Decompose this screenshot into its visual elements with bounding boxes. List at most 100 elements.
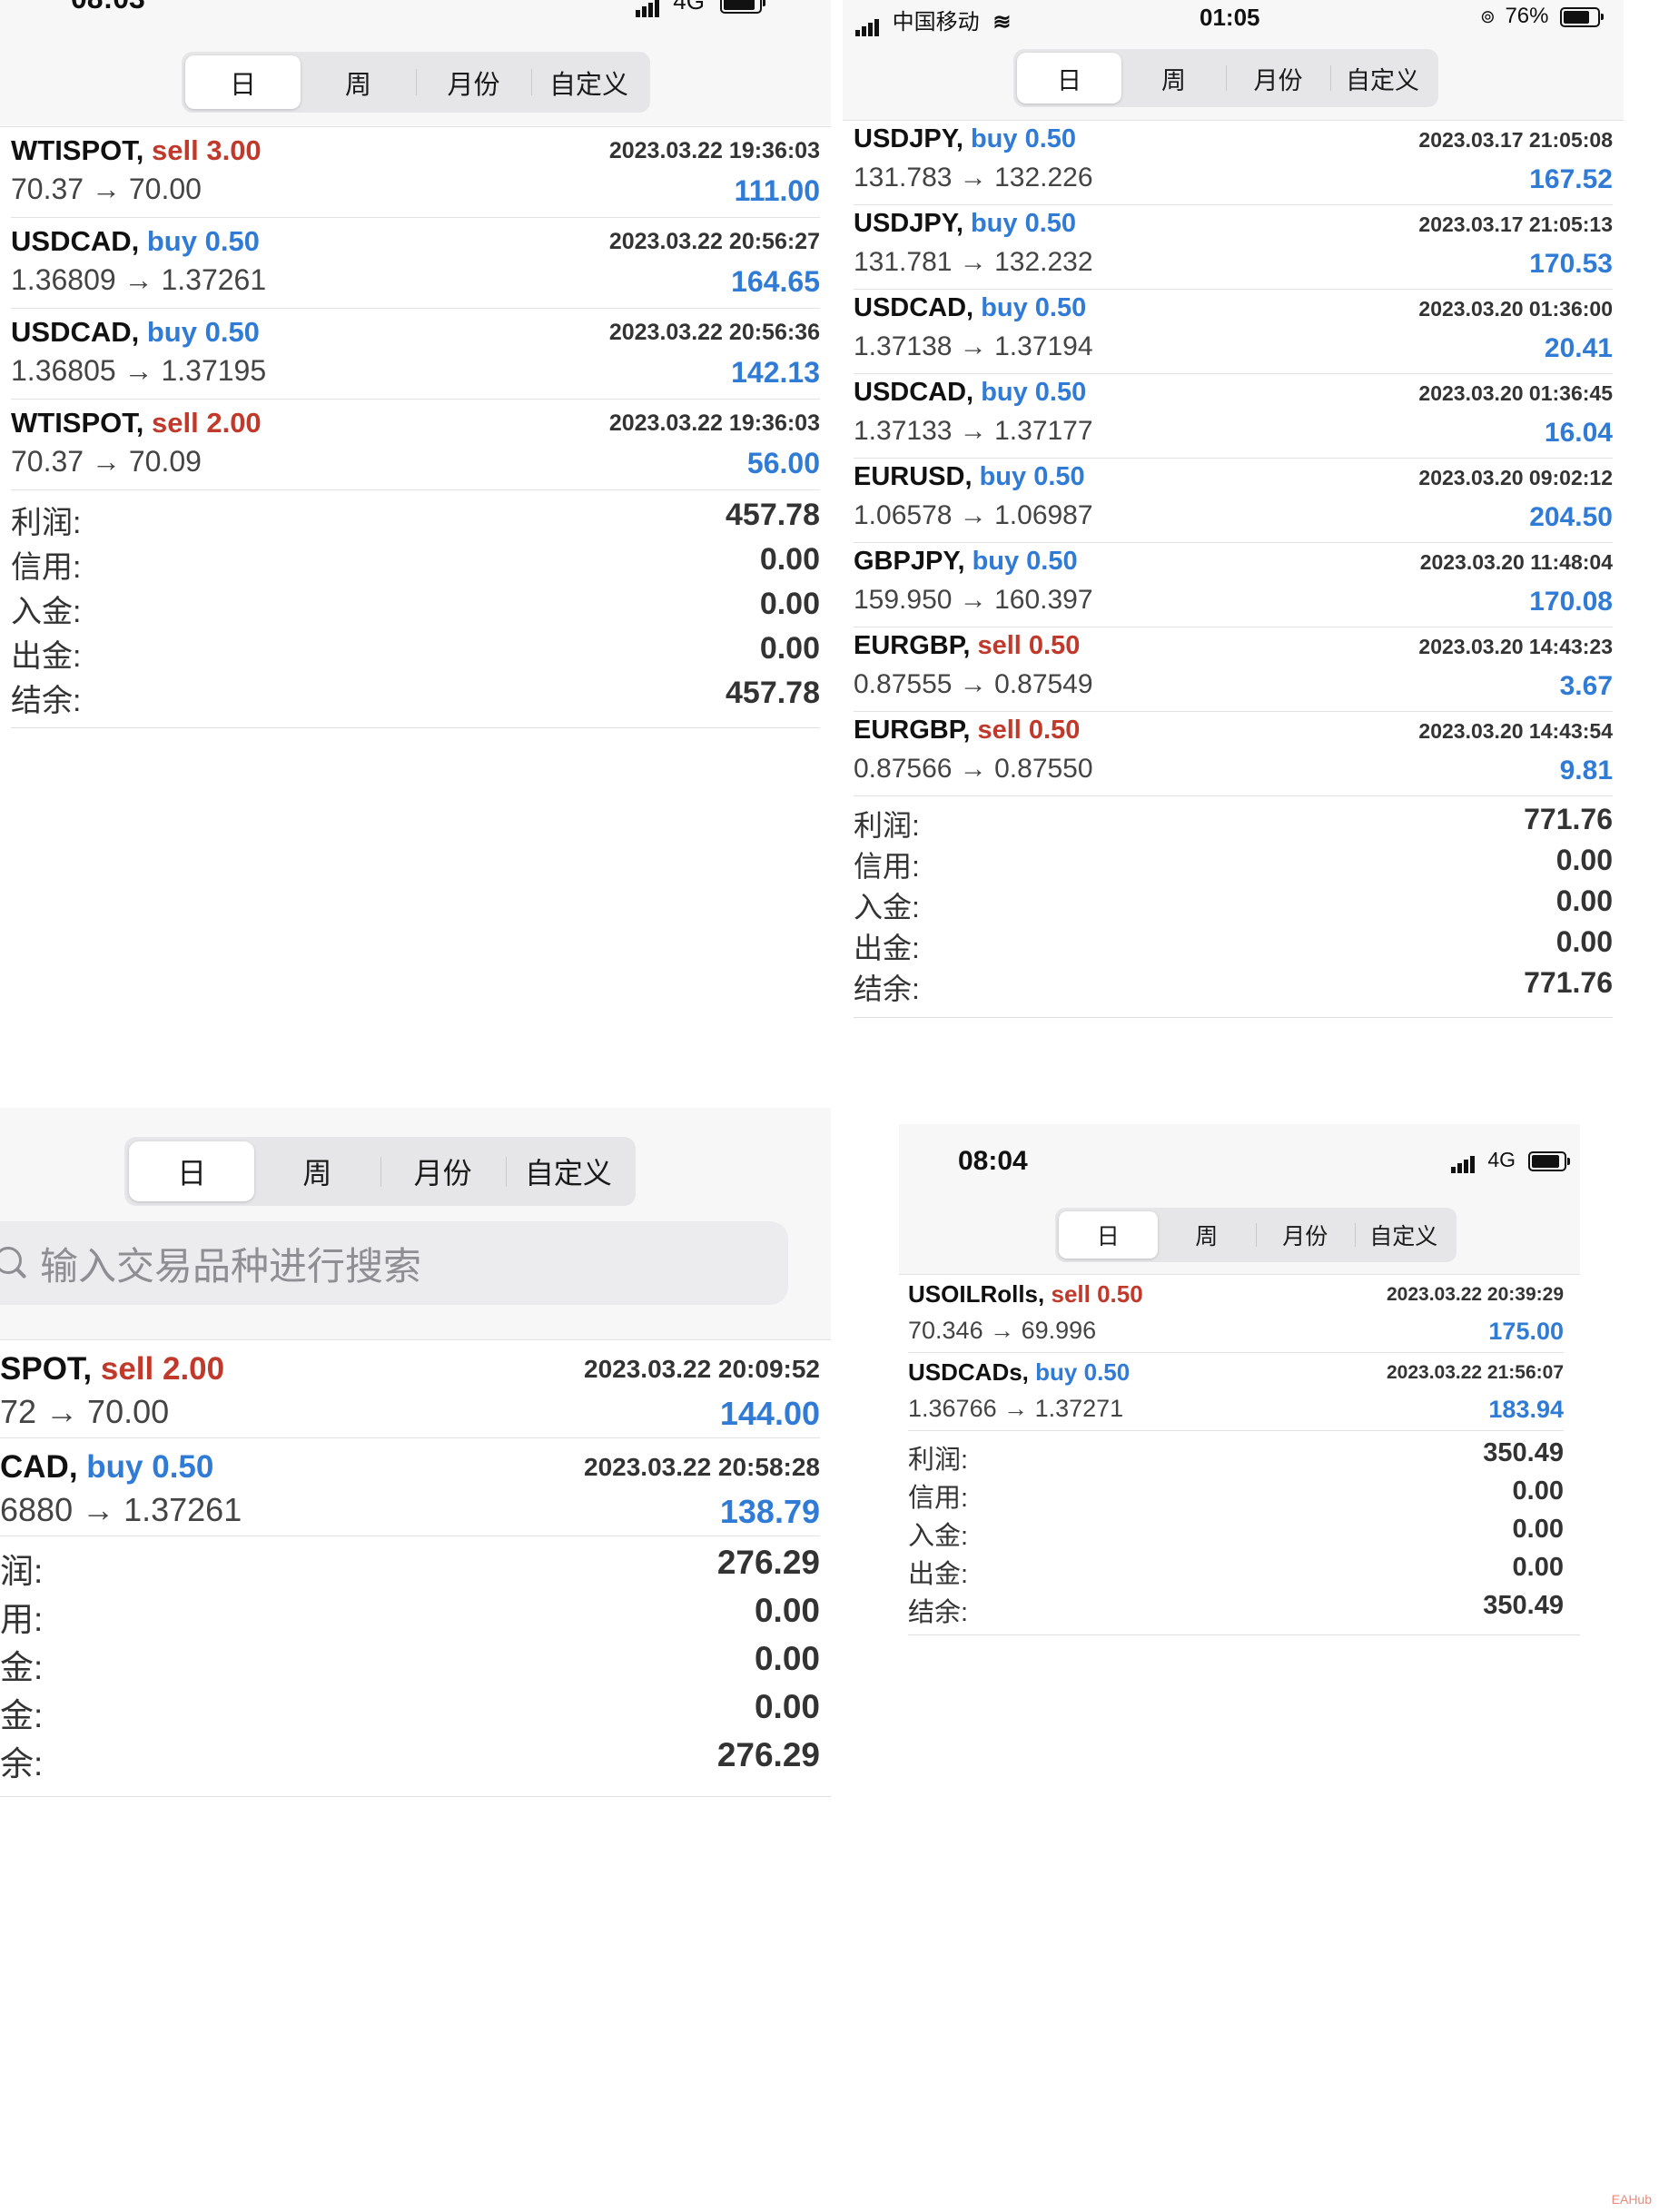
- trade-row[interactable]: USDCAD, buy 0.50 2023.03.20 01:36:00 1.3…: [854, 290, 1613, 374]
- summary-balance: 结余: 771.76: [854, 966, 1613, 1007]
- trade-profit: 111.00: [734, 174, 820, 207]
- trade-side: buy 0.50: [981, 378, 1087, 407]
- network-label: 4G: [1487, 1148, 1516, 1171]
- tab-week[interactable]: 周: [254, 1141, 380, 1201]
- summary-value: 276.29: [716, 1544, 820, 1581]
- summary-label: 金:: [0, 1697, 44, 1734]
- trade-profit: 56.00: [746, 447, 820, 479]
- trade-time: 2023.03.20 01:36:00: [1418, 297, 1613, 321]
- trade-time: 2023.03.20 14:43:54: [1418, 719, 1613, 743]
- tab-month[interactable]: 月份: [416, 55, 531, 109]
- trade-row[interactable]: CAD, buy 0.50 2023.03.22 20:58:28 6880 →…: [0, 1438, 820, 1536]
- trade-row[interactable]: WTISPOT, sell 3.00 2023.03.22 19:36:03 7…: [11, 127, 820, 218]
- trade-symbol: USDJPY,: [854, 124, 963, 153]
- search-placeholder: 输入交易品种进行搜索: [40, 1244, 422, 1288]
- trade-symbol-line: GBPJPY, buy 0.50: [854, 547, 1078, 577]
- tab-month[interactable]: 月份: [380, 1141, 506, 1201]
- trade-symbol: USDCAD,: [854, 378, 974, 407]
- trade-row[interactable]: USDJPY, buy 0.50 2023.03.17 21:05:08 131…: [854, 121, 1613, 205]
- trade-row[interactable]: WTISPOT, sell 2.00 2023.03.22 19:36:03 7…: [11, 400, 820, 490]
- tab-day[interactable]: 日: [1059, 1211, 1158, 1259]
- trade-prices: 72 → 70.00: [0, 1393, 170, 1430]
- summary-credit: 用: 0.00: [0, 1592, 820, 1640]
- trade-side: sell 2.00: [100, 1351, 225, 1387]
- trade-profit: 164.65: [731, 265, 820, 298]
- trade-time: 2023.03.22 21:56:07: [1387, 1362, 1564, 1383]
- trade-row[interactable]: EURGBP, sell 0.50 2023.03.20 14:43:23 0.…: [854, 627, 1613, 712]
- trade-prices: 1.37138 → 1.37194: [854, 331, 1093, 361]
- trade-symbol-line: USDCAD, buy 0.50: [11, 225, 260, 258]
- summary-value: 0.00: [759, 542, 820, 577]
- trade-symbol-line: USDJPY, buy 0.50: [854, 124, 1076, 154]
- status-time: 08:03: [71, 0, 145, 15]
- tab-week[interactable]: 周: [301, 55, 416, 109]
- trade-side: buy 0.50: [979, 462, 1085, 491]
- trade-symbol: EURUSD,: [854, 462, 973, 491]
- trade-row[interactable]: GBPJPY, buy 0.50 2023.03.20 11:48:04 159…: [854, 543, 1613, 627]
- battery-icon: [1560, 6, 1605, 27]
- trade-time: 2023.03.20 14:43:23: [1418, 635, 1613, 658]
- panel-b-screenshot: 中国移动 ≋ 01:05 ⊚ 76% 日 周 月份 自定义 USDJPY, bu…: [843, 0, 1624, 1022]
- summary-label: 润:: [0, 1553, 44, 1590]
- summary-value: 350.49: [1483, 1591, 1564, 1620]
- trade-time: 2023.03.22 19:36:03: [608, 138, 820, 163]
- tab-custom[interactable]: 自定义: [531, 55, 647, 109]
- trade-symbol-line: EURGBP, sell 0.50: [854, 631, 1080, 661]
- trade-row[interactable]: EURGBP, sell 0.50 2023.03.20 14:43:54 0.…: [854, 712, 1613, 796]
- trade-prices: 1.36809 → 1.37261: [11, 263, 267, 296]
- tab-week[interactable]: 周: [1121, 53, 1226, 104]
- summary-value: 0.00: [759, 587, 820, 621]
- trade-time: 2023.03.22 20:58:28: [584, 1453, 820, 1481]
- summary-label: 出金:: [908, 1560, 969, 1589]
- tab-week[interactable]: 周: [1158, 1211, 1257, 1259]
- tab-day[interactable]: 日: [1017, 53, 1121, 104]
- tab-month[interactable]: 月份: [1226, 53, 1330, 104]
- account-summary: 润: 276.29 用: 0.00 金: 0.00 金: 0.00 余: 276.29: [0, 1544, 820, 1789]
- trade-row[interactable]: USDCAD, buy 0.50 2023.03.22 20:56:27 1.3…: [11, 218, 820, 309]
- trade-side: sell 2.00: [152, 407, 262, 439]
- summary-value: 771.76: [1524, 803, 1613, 835]
- account-summary: 利润: 457.78 信用: 0.00 入金: 0.00 出金: 0.00 结余: 457…: [11, 498, 820, 725]
- tab-custom[interactable]: 自定义: [1354, 1211, 1454, 1259]
- trade-side: buy 0.50: [1035, 1358, 1131, 1386]
- tab-day[interactable]: 日: [185, 55, 301, 109]
- trade-symbol: SPOT,: [0, 1351, 93, 1387]
- summary-value: 0.00: [1512, 1553, 1564, 1582]
- trade-symbol-line: USDJPY, buy 0.50: [854, 209, 1076, 239]
- trade-row[interactable]: EURUSD, buy 0.50 2023.03.20 09:02:12 1.0…: [854, 459, 1613, 543]
- trade-row[interactable]: USDJPY, buy 0.50 2023.03.17 21:05:13 131…: [854, 205, 1613, 290]
- trade-row[interactable]: USDCAD, buy 0.50 2023.03.20 01:36:45 1.3…: [854, 374, 1613, 459]
- trade-prices: 0.87555 → 0.87549: [854, 669, 1093, 699]
- search-icon: [0, 1247, 27, 1279]
- trade-profit: 167.52: [1529, 164, 1613, 194]
- signal-icon: [1451, 1149, 1476, 1174]
- tab-custom[interactable]: 自定义: [505, 1141, 631, 1201]
- trade-row[interactable]: USDCAD, buy 0.50 2023.03.22 20:56:36 1.3…: [11, 309, 820, 400]
- trade-row[interactable]: USDCADs, buy 0.50 2023.03.22 21:56:07 1.…: [908, 1353, 1564, 1431]
- summary-value: 0.00: [754, 1688, 820, 1725]
- trade-side: sell 0.50: [977, 716, 1081, 745]
- trade-prices: 1.36766 → 1.37271: [908, 1395, 1124, 1422]
- trade-side: buy 0.50: [981, 293, 1087, 322]
- summary-profit: 利润: 771.76: [854, 803, 1613, 844]
- summary-withdrawal: 金: 0.00: [0, 1688, 820, 1736]
- trade-row[interactable]: SPOT, sell 2.00 2023.03.22 20:09:52 72 →…: [0, 1340, 820, 1438]
- summary-bottom-rule: [11, 727, 820, 728]
- trade-time: 2023.03.17 21:05:13: [1418, 212, 1613, 236]
- trade-prices: 159.950 → 160.397: [854, 585, 1093, 615]
- trade-side: buy 0.50: [970, 209, 1077, 238]
- summary-label: 入金:: [854, 891, 920, 923]
- panel-b-statusbar: 中国移动 ≋ 01:05 ⊚ 76%: [843, 0, 1624, 36]
- trade-row[interactable]: USOILRolls, sell 0.50 2023.03.22 20:39:2…: [908, 1275, 1564, 1353]
- tab-month[interactable]: 月份: [1256, 1211, 1355, 1259]
- trade-profit: 175.00: [1488, 1318, 1564, 1345]
- tab-custom[interactable]: 自定义: [1330, 53, 1435, 104]
- tab-day[interactable]: 日: [129, 1141, 255, 1201]
- trade-side: buy 0.50: [146, 225, 260, 257]
- symbol-search-field[interactable]: 输入交易品种进行搜索: [0, 1221, 788, 1305]
- summary-credit: 信用: 0.00: [854, 844, 1613, 884]
- battery-icon: [720, 0, 766, 15]
- summary-label: 利润:: [908, 1446, 969, 1475]
- period-segmented-control: 日 周 月份 自定义: [182, 52, 650, 113]
- summary-value: 0.00: [1555, 925, 1613, 958]
